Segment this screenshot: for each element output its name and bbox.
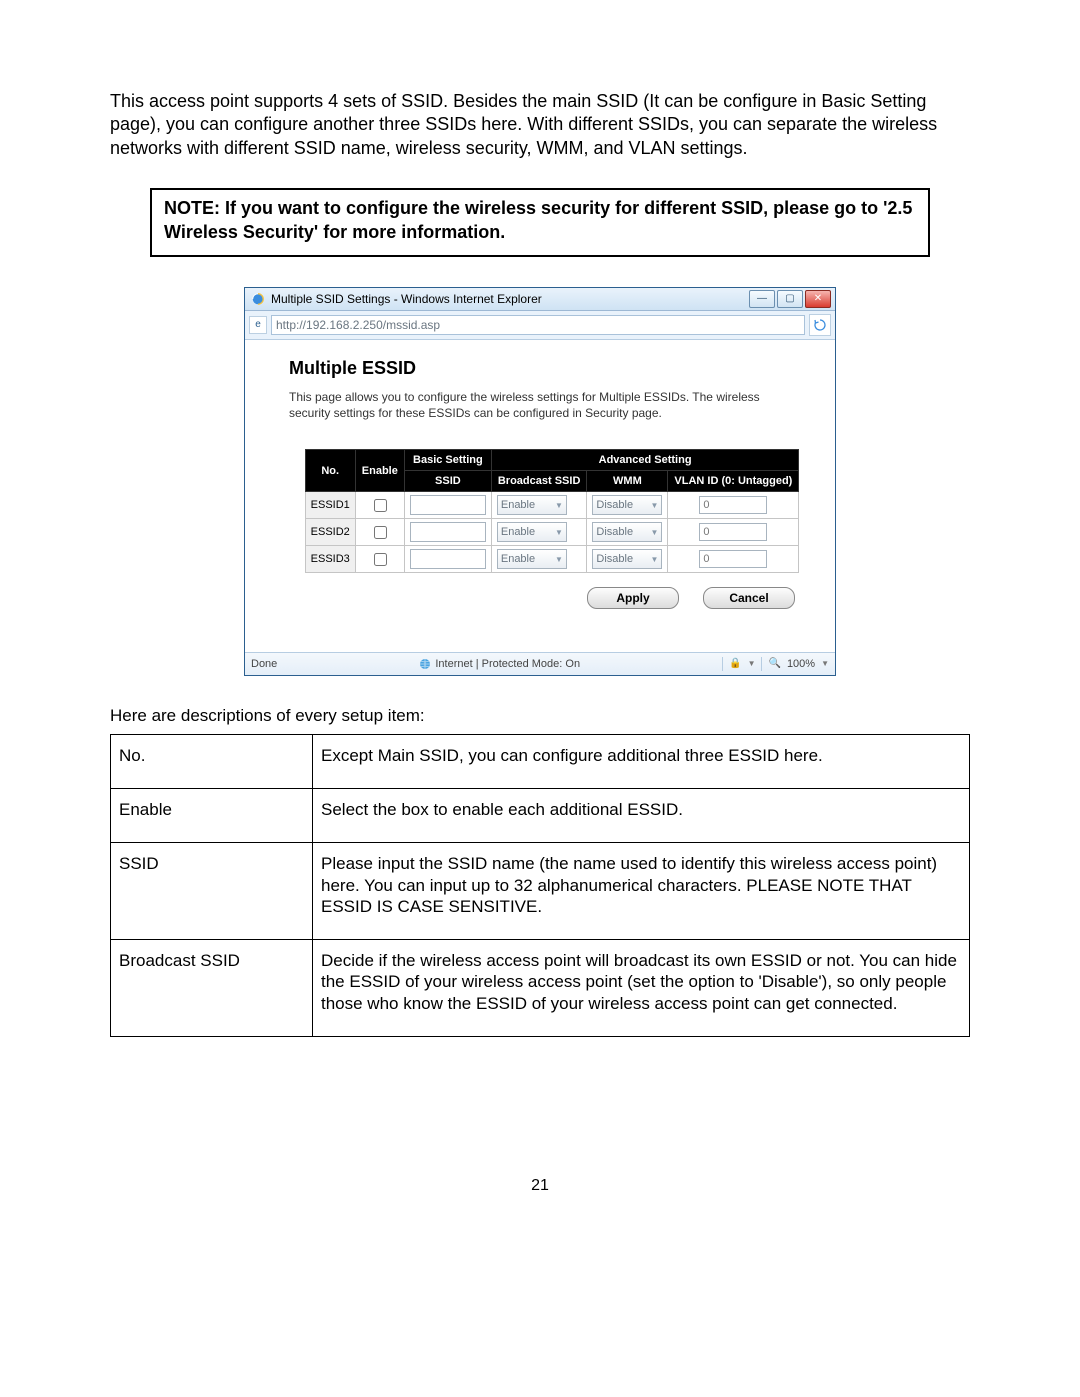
table-row: ESSID1 Enable▼ Disable▼ [305, 492, 799, 519]
description-term: Enable [111, 789, 313, 843]
row-label: ESSID3 [305, 546, 355, 573]
zoom-value: 100% [787, 658, 815, 670]
description-text: Please input the SSID name (the name use… [313, 843, 970, 940]
status-bar: Done Internet | Protected Mode: On 🔒 ▼ 🔍… [245, 652, 835, 675]
page-description: This page allows you to configure the wi… [289, 389, 769, 421]
enable-checkbox[interactable] [374, 499, 387, 512]
descriptions-intro: Here are descriptions of every setup ite… [110, 706, 970, 726]
separator [722, 657, 723, 671]
refresh-button[interactable] [809, 314, 831, 336]
address-bar: e [245, 311, 835, 340]
ssid-input[interactable] [410, 522, 486, 542]
enable-checkbox[interactable] [374, 553, 387, 566]
url-field[interactable] [271, 315, 805, 335]
chevron-down-icon: ▼ [555, 555, 563, 564]
window-title: Multiple SSID Settings - Windows Interne… [271, 292, 542, 306]
col-vlan: VLAN ID (0: Untagged) [668, 471, 799, 492]
ssid-input[interactable] [410, 549, 486, 569]
broadcast-select[interactable]: Enable▼ [497, 549, 567, 569]
intro-text: This access point supports 4 sets of SSI… [110, 90, 970, 160]
close-button[interactable]: ✕ [805, 290, 831, 308]
vlan-input[interactable] [699, 496, 767, 514]
page-title: Multiple ESSID [289, 358, 815, 379]
globe-icon [419, 658, 431, 670]
vlan-input[interactable] [699, 550, 767, 568]
row-label: ESSID2 [305, 519, 355, 546]
note-box: NOTE: If you want to configure the wirel… [150, 188, 930, 257]
col-enable: Enable [355, 450, 404, 492]
protected-mode-text: Internet | Protected Mode: On [435, 658, 580, 670]
maximize-button[interactable]: ▢ [777, 290, 803, 308]
table-row: SSIDPlease input the SSID name (the name… [111, 843, 970, 940]
broadcast-select[interactable]: Enable▼ [497, 495, 567, 515]
row-label: ESSID1 [305, 492, 355, 519]
description-term: No. [111, 734, 313, 788]
col-no: No. [305, 450, 355, 492]
ie-icon [251, 292, 265, 306]
separator [761, 657, 762, 671]
page-number: 21 [110, 1177, 970, 1195]
chevron-down-icon[interactable]: ▼ [821, 659, 829, 668]
favicon-icon: e [249, 316, 267, 334]
status-text: Done [251, 658, 277, 670]
table-row: EnableSelect the box to enable each addi… [111, 789, 970, 843]
wmm-select[interactable]: Disable▼ [592, 495, 662, 515]
description-text: Select the box to enable each additional… [313, 789, 970, 843]
description-text: Decide if the wireless access point will… [313, 940, 970, 1037]
col-basic: Basic Setting [404, 450, 491, 471]
chevron-down-icon: ▼ [650, 555, 658, 564]
browser-window: Multiple SSID Settings - Windows Interne… [244, 287, 836, 676]
wmm-select[interactable]: Disable▼ [592, 522, 662, 542]
title-bar: Multiple SSID Settings - Windows Interne… [245, 288, 835, 311]
zoom-icon[interactable]: 🔍 [768, 658, 780, 669]
col-advanced: Advanced Setting [491, 450, 798, 471]
chevron-down-icon: ▼ [650, 501, 658, 510]
chevron-down-icon[interactable]: ▼ [748, 659, 756, 668]
chevron-down-icon: ▼ [650, 528, 658, 537]
wmm-select[interactable]: Disable▼ [592, 549, 662, 569]
descriptions-table: No.Except Main SSID, you can configure a… [110, 734, 970, 1037]
table-row: Broadcast SSIDDecide if the wireless acc… [111, 940, 970, 1037]
broadcast-select[interactable]: Enable▼ [497, 522, 567, 542]
essid-table: No. Enable Basic Setting Advanced Settin… [305, 449, 800, 573]
enable-checkbox[interactable] [374, 526, 387, 539]
col-wmm: WMM [587, 471, 668, 492]
chevron-down-icon: ▼ [555, 528, 563, 537]
col-ssid: SSID [404, 471, 491, 492]
description-text: Except Main SSID, you can configure addi… [313, 734, 970, 788]
col-broadcast: Broadcast SSID [491, 471, 587, 492]
ssid-input[interactable] [410, 495, 486, 515]
minimize-button[interactable]: — [749, 290, 775, 308]
description-term: Broadcast SSID [111, 940, 313, 1037]
description-term: SSID [111, 843, 313, 940]
apply-button[interactable]: Apply [587, 587, 679, 609]
security-icon[interactable]: 🔒 [729, 658, 741, 669]
table-row: ESSID2 Enable▼ Disable▼ [305, 519, 799, 546]
chevron-down-icon: ▼ [555, 501, 563, 510]
vlan-input[interactable] [699, 523, 767, 541]
content-area: Multiple ESSID This page allows you to c… [245, 340, 835, 652]
cancel-button[interactable]: Cancel [703, 587, 795, 609]
table-row: No.Except Main SSID, you can configure a… [111, 734, 970, 788]
table-row: ESSID3 Enable▼ Disable▼ [305, 546, 799, 573]
